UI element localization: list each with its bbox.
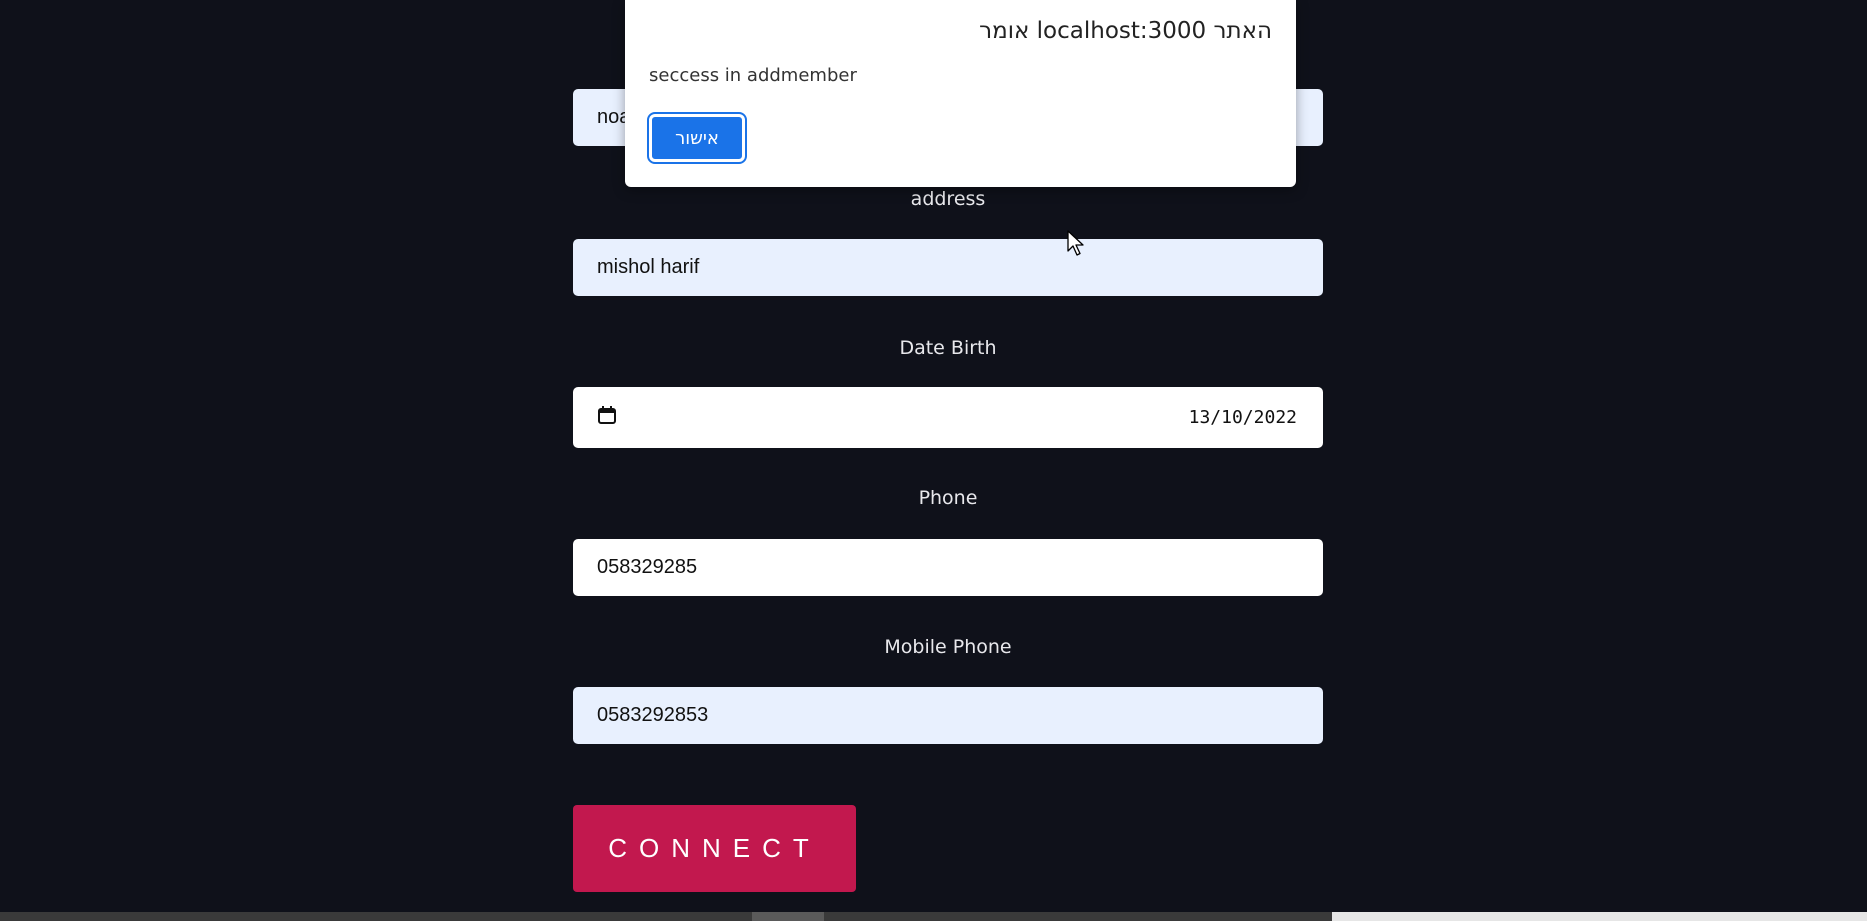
alert-ok-button[interactable]: אישור <box>647 112 747 164</box>
taskbar-segment <box>752 912 824 921</box>
taskbar-segment-light <box>1332 912 1867 921</box>
mobile-phone-input[interactable]: 0583292853 <box>573 687 1323 744</box>
mobile-phone-label: Mobile Phone <box>884 636 1012 658</box>
address-input-value: mishol harif <box>597 256 700 278</box>
address-label: address <box>910 188 986 210</box>
address-input[interactable]: mishol harif <box>573 239 1323 296</box>
alert-dialog: האתר localhost:3000 אומר seccess in addm… <box>625 0 1296 187</box>
mobile-phone-input-value: 0583292853 <box>597 704 709 726</box>
phone-label: Phone <box>918 487 978 509</box>
calendar-icon[interactable] <box>597 405 617 431</box>
connect-button[interactable]: CONNECT <box>573 805 856 892</box>
alert-dialog-message: seccess in addmember <box>649 65 857 86</box>
date-birth-label: Date Birth <box>899 337 997 359</box>
date-birth-input[interactable]: 13/10/2022 <box>573 387 1323 448</box>
alert-dialog-title: האתר localhost:3000 אומר <box>979 18 1272 44</box>
phone-input-value: 058329285 <box>597 556 698 578</box>
mouse-cursor-icon <box>1067 230 1087 262</box>
date-birth-value: 13/10/2022 <box>1188 407 1297 428</box>
phone-input[interactable]: 058329285 <box>573 539 1323 596</box>
